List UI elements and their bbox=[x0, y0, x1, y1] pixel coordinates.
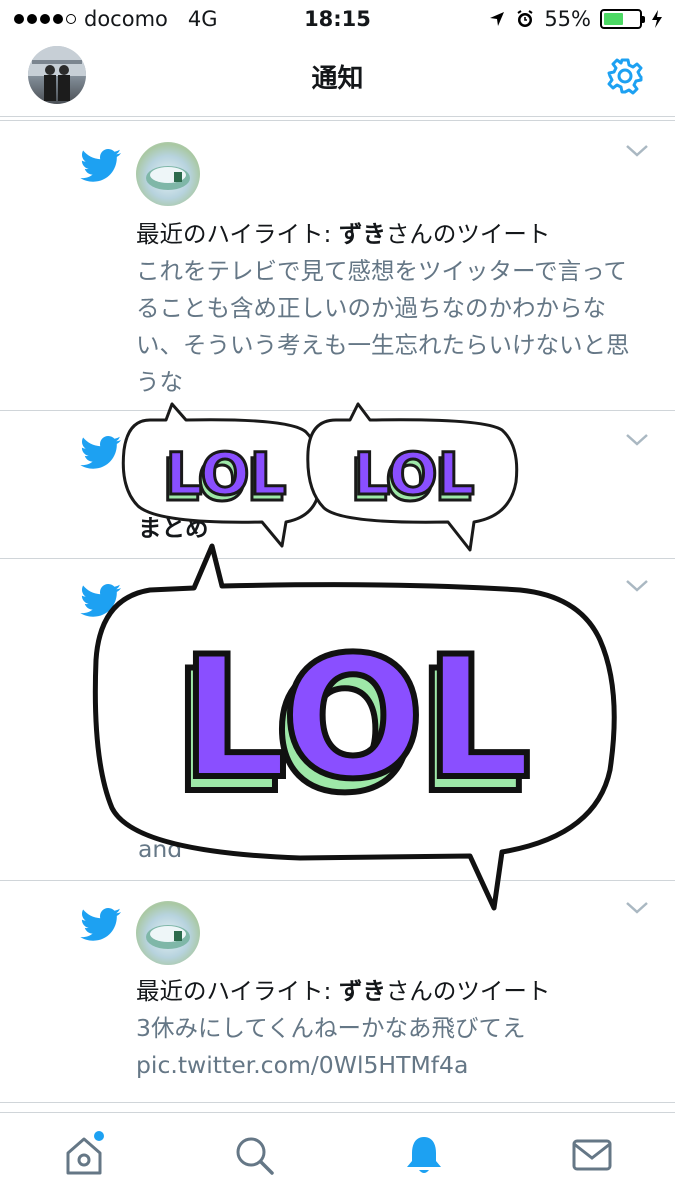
headline-suffix: さんのツイート bbox=[385, 977, 551, 1005]
chevron-down-icon[interactable] bbox=[625, 901, 649, 915]
battery-icon bbox=[600, 9, 645, 29]
notification-headline: 最近のハイライト: ずきさんのツイート bbox=[136, 973, 646, 1010]
user-avatar[interactable] bbox=[136, 901, 200, 965]
location-icon bbox=[490, 12, 505, 26]
mail-icon[interactable] bbox=[570, 1133, 614, 1177]
avatar-image bbox=[146, 925, 190, 949]
nav-bar: 通知 bbox=[0, 38, 675, 117]
page-title: 通知 bbox=[311, 64, 364, 94]
headline-user[interactable]: ずき bbox=[339, 220, 386, 248]
notification-headline: 最近のハイライト: ずきさんのツイート bbox=[136, 216, 646, 253]
status-bar: docomo 4G 18:15 55% bbox=[0, 0, 675, 38]
battery-percent: 55% bbox=[544, 7, 591, 31]
search-icon[interactable] bbox=[232, 1133, 276, 1177]
tweet-text: and bbox=[138, 835, 183, 863]
headline-prefix: 最近のハイライト: bbox=[136, 220, 339, 248]
tweet-link[interactable]: pic.twitter.com/0Wl5HTMf4a bbox=[136, 1047, 646, 1084]
headline-user[interactable]: ずき bbox=[339, 977, 386, 1005]
tab-bar bbox=[0, 1112, 675, 1201]
headline-prefix: 最近のハイライト: bbox=[136, 977, 339, 1005]
notification-item[interactable]: and bbox=[0, 559, 675, 881]
battery-level bbox=[604, 13, 623, 25]
bell-icon[interactable] bbox=[402, 1133, 446, 1177]
user-avatar[interactable] bbox=[136, 142, 200, 206]
notification-content: 最近のハイライト: ずきさんのツイート 3休みにしてくんねーかなあ飛びてえ pi… bbox=[136, 973, 646, 1084]
home-badge bbox=[94, 1131, 104, 1141]
notification-item[interactable]: 最近のハイライト: ずきさんのツイート 3休みにしてくんねーかなあ飛びてえ pi… bbox=[0, 881, 675, 1103]
avatar-image bbox=[146, 166, 190, 190]
twitter-bird-icon bbox=[80, 436, 121, 469]
chevron-down-icon[interactable] bbox=[625, 579, 649, 593]
header-divider bbox=[0, 120, 675, 121]
twitter-bird-icon bbox=[80, 908, 121, 941]
chevron-down-icon[interactable] bbox=[625, 144, 649, 158]
notification-headline: まとめ bbox=[138, 514, 209, 542]
chevron-down-icon[interactable] bbox=[625, 433, 649, 447]
twitter-bird-icon bbox=[80, 149, 121, 182]
notification-content: 最近のハイライト: ずきさんのツイート これをテレビで見て感想をツイッターで言っ… bbox=[136, 216, 646, 401]
status-icons: 55% bbox=[488, 7, 663, 31]
alarm-icon bbox=[517, 10, 533, 27]
notification-item[interactable]: 最近のハイライト: ずきさんのツイート これをテレビで見て感想をツイッターで言っ… bbox=[0, 122, 675, 411]
headline-suffix: さんのツイート bbox=[385, 220, 551, 248]
twitter-bird-icon bbox=[80, 584, 121, 617]
tweet-text: 3休みにしてくんねーかなあ飛びてえ bbox=[136, 1014, 526, 1042]
gear-icon[interactable] bbox=[605, 56, 645, 96]
tweet-text: これをテレビで見て感想をツイッターで言ってることも含め正しいのか過ちなのかわから… bbox=[136, 257, 630, 396]
charging-icon bbox=[652, 10, 662, 28]
notification-item[interactable]: まとめ bbox=[0, 411, 675, 559]
